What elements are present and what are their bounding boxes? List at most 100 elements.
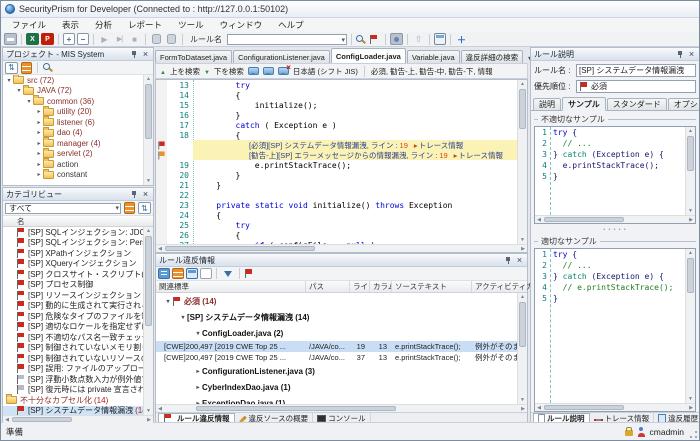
fullscreen-icon[interactable] bbox=[455, 33, 468, 45]
priority-field[interactable]: 必須 bbox=[576, 80, 696, 93]
collapse-icon[interactable]: ▾ bbox=[5, 77, 13, 84]
expand-icon[interactable]: ▸ bbox=[35, 150, 43, 157]
scrollbar-thumb[interactable] bbox=[687, 258, 694, 293]
editor-tab-2[interactable]: ConfigLoader.java bbox=[331, 48, 406, 63]
vertical-scrollbar[interactable] bbox=[143, 227, 153, 415]
scrollbar-thumb[interactable] bbox=[12, 417, 72, 422]
expand-icon[interactable]: ▸ bbox=[35, 140, 43, 147]
close-icon[interactable] bbox=[515, 256, 524, 265]
category-item[interactable]: [SP] XPathインジェクション bbox=[3, 248, 153, 259]
sort-alpha-icon[interactable] bbox=[5, 62, 18, 74]
category-item[interactable]: [SP] 動的に生成されて実行されるコマンド bbox=[3, 301, 153, 312]
menu-item-4[interactable]: ツール bbox=[170, 19, 212, 31]
category-item[interactable]: [SP] 制御されていないリソースの使用 bbox=[3, 353, 153, 364]
menu-item-5[interactable]: ウィンドウ bbox=[212, 19, 271, 31]
collapse-icon[interactable]: ▾ bbox=[164, 298, 172, 305]
scrollbar-thumb[interactable] bbox=[519, 302, 526, 347]
scroll-left-icon[interactable] bbox=[535, 404, 543, 411]
violation-marker[interactable] bbox=[156, 141, 167, 150]
search-rule-icon[interactable] bbox=[356, 34, 366, 45]
editor-tab-4[interactable]: 違反詳細の検索 bbox=[461, 50, 524, 63]
sort-category-icon[interactable] bbox=[21, 62, 32, 74]
tree-item[interactable]: ▸constant bbox=[3, 170, 153, 181]
zoom-in-icon[interactable] bbox=[63, 33, 75, 45]
collapse-icon[interactable]: ▾ bbox=[15, 87, 23, 94]
violation-row[interactable]: [CWE]200,497 [2019 CWE Top 25 .../JAVA/c… bbox=[156, 341, 527, 352]
violation-annotation[interactable]: [勧告-上][SP] エラーメッセージからの情報漏洩, ライン :19トレース情… bbox=[193, 150, 527, 160]
expand-icon[interactable]: ▸ bbox=[35, 119, 43, 126]
scroll-right-icon[interactable] bbox=[145, 416, 153, 423]
violation-group-row[interactable]: ▾ConfigLoader.java (2) bbox=[156, 325, 527, 341]
horizontal-scrollbar[interactable] bbox=[535, 403, 695, 411]
tree-item[interactable]: ▸servlet (2) bbox=[3, 149, 153, 160]
scrollbar-thumb[interactable] bbox=[544, 217, 624, 222]
flat-view-icon[interactable] bbox=[186, 268, 198, 279]
menu-item-0[interactable]: ファイル bbox=[4, 19, 54, 31]
scroll-down-icon[interactable] bbox=[518, 396, 527, 404]
find-up-icon[interactable] bbox=[160, 67, 166, 76]
scroll-right-icon[interactable] bbox=[687, 404, 695, 411]
column-header-0[interactable]: 関連標準 bbox=[156, 281, 306, 292]
category-column-header[interactable]: 名 bbox=[3, 216, 153, 227]
scrollbar-thumb[interactable] bbox=[687, 136, 694, 171]
scrollbar-thumb[interactable] bbox=[544, 405, 624, 410]
vertical-scrollbar[interactable] bbox=[143, 75, 153, 185]
column-header-2[interactable]: ライン bbox=[350, 281, 370, 292]
find-down-icon[interactable] bbox=[204, 67, 210, 76]
collapse-icon[interactable]: ▾ bbox=[194, 330, 202, 337]
expand-icon[interactable]: ▸ bbox=[194, 384, 202, 391]
rule-name-field[interactable]: [SP] システムデータ情報漏洩 bbox=[576, 64, 696, 77]
scroll-down-icon[interactable] bbox=[518, 236, 527, 244]
violation-marker[interactable] bbox=[156, 151, 167, 160]
category-item[interactable]: [SP] XQueryインジェクション bbox=[3, 259, 153, 270]
rule-tab-3[interactable]: オプション bbox=[668, 98, 700, 110]
violation-row[interactable]: [CWE]200,497 [2019 CWE Top 25 .../JAVA/c… bbox=[156, 352, 527, 363]
code-lines[interactable]: 13 try14 {15 initialize();16 }17 catch (… bbox=[156, 80, 527, 244]
menu-item-2[interactable]: 分析 bbox=[87, 19, 120, 31]
scroll-up-icon[interactable] bbox=[686, 249, 695, 257]
group-by-category-icon[interactable] bbox=[124, 202, 135, 214]
vertical-scrollbar[interactable] bbox=[517, 293, 527, 404]
scroll-down-icon[interactable] bbox=[144, 407, 153, 415]
tree-item[interactable]: ▸dao (4) bbox=[3, 128, 153, 139]
pin-icon[interactable] bbox=[130, 190, 138, 199]
collapse-icon[interactable]: ▾ bbox=[179, 314, 187, 321]
find-up-label[interactable]: 上を検索 bbox=[170, 66, 200, 77]
zoom-out-icon[interactable] bbox=[77, 33, 89, 45]
violation-group-row[interactable]: ▾[SP] システムデータ情報漏洩 (14) bbox=[156, 309, 527, 325]
scroll-up-icon[interactable] bbox=[686, 127, 695, 135]
run-selection-icon[interactable] bbox=[113, 33, 126, 45]
filter-icon[interactable] bbox=[224, 271, 232, 277]
add-comment-icon[interactable] bbox=[248, 67, 259, 75]
scrollbar-thumb[interactable] bbox=[519, 89, 526, 129]
horizontal-scrollbar[interactable] bbox=[3, 415, 153, 423]
scrollbar-thumb[interactable] bbox=[145, 236, 152, 326]
rule-tab-0[interactable]: 説明 bbox=[533, 98, 561, 110]
rule-name-combo[interactable] bbox=[227, 34, 347, 45]
category-item[interactable]: [SP] 誤用: ファイルのアップロード(Struts bbox=[3, 364, 153, 375]
vertical-scrollbar[interactable] bbox=[685, 249, 695, 403]
close-icon[interactable] bbox=[687, 50, 696, 59]
snapshot-icon[interactable] bbox=[390, 33, 403, 45]
expand-icon[interactable]: ▸ bbox=[35, 171, 43, 178]
editor-tab-3[interactable]: Variable.java bbox=[407, 50, 460, 63]
category-item[interactable]: [SP] システムデータ情報漏洩 (14) bbox=[3, 406, 153, 416]
scrollbar-thumb[interactable] bbox=[196, 406, 396, 411]
menu-item-1[interactable]: 表示 bbox=[54, 19, 87, 31]
sort-alpha-icon[interactable] bbox=[138, 202, 151, 214]
scroll-left-icon[interactable] bbox=[156, 405, 164, 412]
scroll-up-icon[interactable] bbox=[518, 293, 527, 301]
menu-item-3[interactable]: レポート bbox=[120, 19, 170, 31]
scroll-up-icon[interactable] bbox=[144, 227, 153, 235]
stop-icon[interactable] bbox=[128, 33, 141, 45]
new-window-icon[interactable] bbox=[434, 33, 446, 45]
new-view-icon[interactable] bbox=[200, 268, 212, 279]
severity-view-icon[interactable] bbox=[172, 268, 184, 279]
delete-comment-icon[interactable] bbox=[278, 67, 289, 75]
category-item[interactable]: [SP] SQLインジェクション: Persistence bbox=[3, 238, 153, 249]
scroll-down-icon[interactable] bbox=[686, 207, 695, 215]
close-icon[interactable] bbox=[141, 50, 150, 59]
trace-info-link[interactable]: トレース情報 bbox=[454, 150, 503, 161]
category-item[interactable]: [SP] プロセス制御 bbox=[3, 280, 153, 291]
category-item[interactable]: [SP] 適切なロケールを指定せずに、ロケー bbox=[3, 322, 153, 333]
